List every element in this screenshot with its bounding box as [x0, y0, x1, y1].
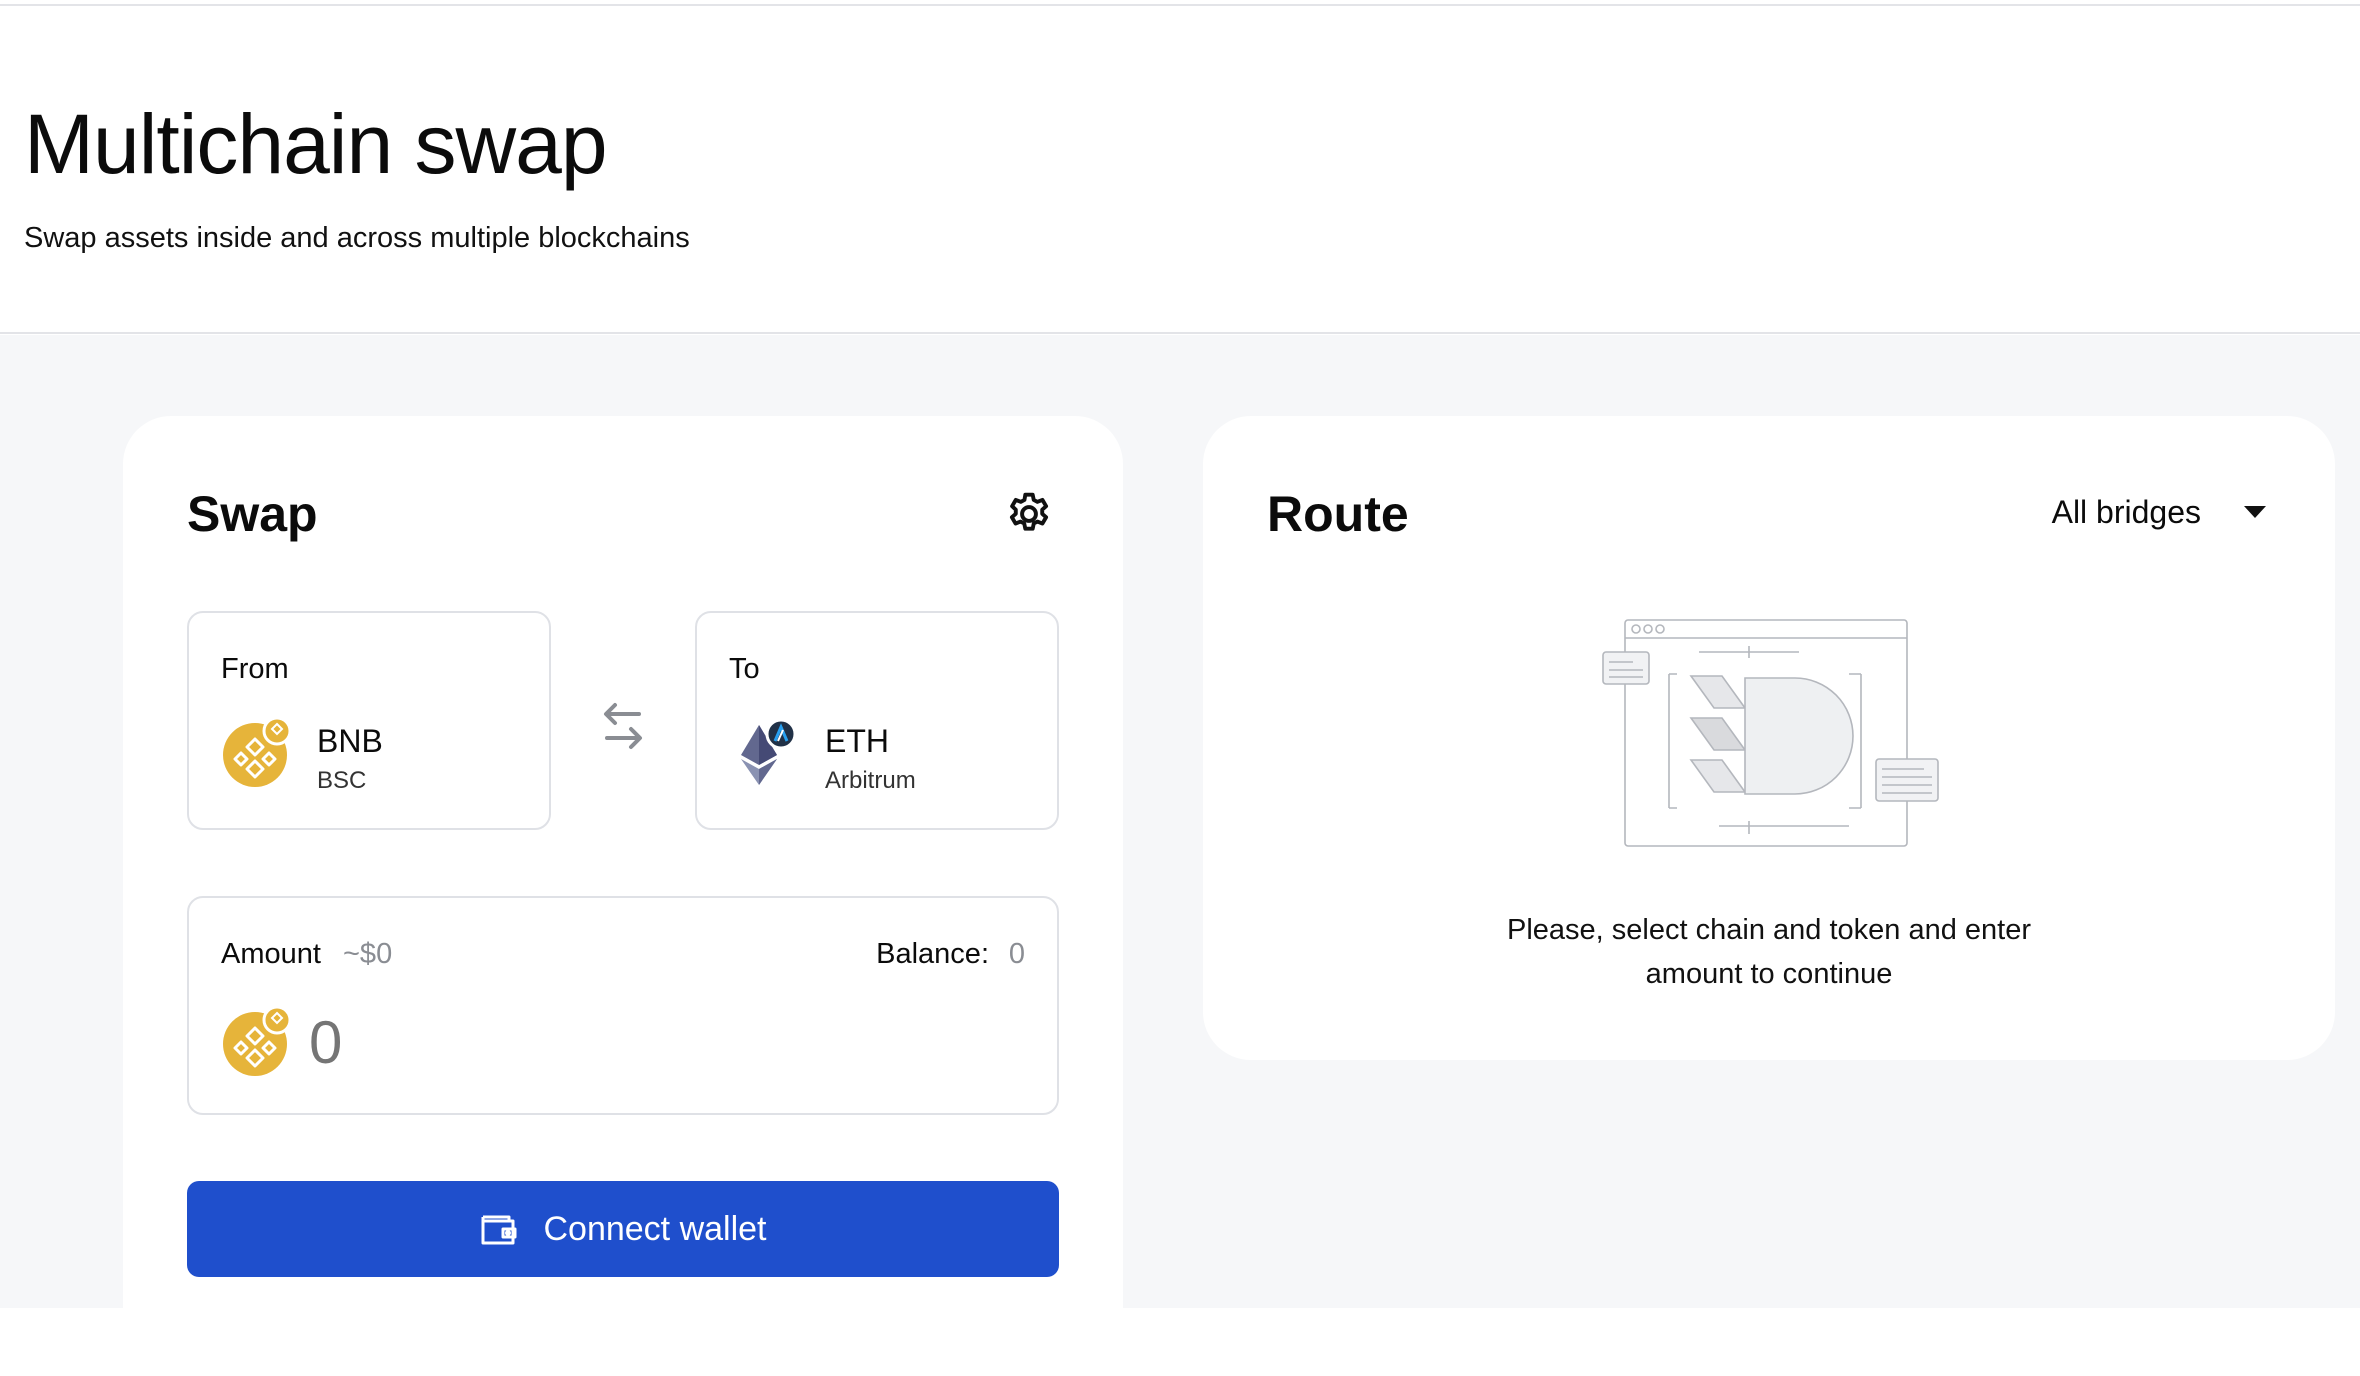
bridges-dropdown[interactable]: All bridges	[2052, 492, 2267, 532]
from-token-symbol: BNB	[317, 723, 383, 759]
from-label: From	[221, 653, 289, 685]
gear-icon	[1009, 492, 1049, 531]
eth-arbitrum-token-icon	[741, 718, 797, 785]
to-token-selector[interactable]: To ETH Arbitrum	[695, 611, 1059, 830]
amount-panel: Amount ~$0 Balance: 0	[187, 896, 1059, 1115]
bnb-token-icon	[223, 1006, 292, 1076]
connect-wallet-label: Connect wallet	[543, 1210, 767, 1248]
swap-arrows-icon	[604, 703, 642, 749]
balance-value: 0	[1008, 938, 1025, 970]
page-header: Multichain swap Swap assets inside and a…	[0, 6, 2360, 334]
to-label: To	[729, 653, 760, 685]
route-message-line1: Please, select chain and token and enter	[1507, 914, 2031, 946]
page-title: Multichain swap	[24, 97, 608, 191]
swap-card: Swap From BNB BSC To ETH Arbitrum Amount…	[123, 416, 1123, 1376]
main-area: Swap From BNB BSC To ETH Arbitrum Amount…	[0, 335, 2360, 1376]
route-card: Route All bridges Please, select chain a…	[1203, 416, 2335, 1060]
to-token-chain: Arbitrum	[825, 767, 916, 794]
bnb-token-icon	[223, 717, 292, 787]
route-title: Route	[1267, 486, 1409, 542]
balance-label: Balance:	[876, 938, 989, 970]
from-token-selector[interactable]: From BNB BSC	[187, 611, 551, 830]
amount-usd-value: ~$0	[343, 938, 393, 970]
page-subtitle: Swap assets inside and across multiple b…	[24, 222, 690, 254]
amount-input[interactable]	[309, 1002, 1009, 1082]
caret-down-icon	[2244, 506, 2266, 518]
empty-route-illustration	[1602, 619, 1939, 847]
to-token-symbol: ETH	[825, 723, 889, 759]
route-empty-message: Please, select chain and token and enter…	[1203, 908, 2335, 996]
route-message-line2: amount to continue	[1645, 958, 1893, 990]
connect-wallet-button[interactable]: Connect wallet	[187, 1181, 1059, 1277]
amount-label: Amount	[221, 938, 321, 970]
switch-direction-button[interactable]	[595, 698, 651, 754]
swap-title: Swap	[187, 486, 318, 542]
bridges-dropdown-label: All bridges	[2051, 494, 2201, 530]
from-token-chain: BSC	[317, 767, 367, 794]
settings-button[interactable]	[1001, 486, 1057, 542]
wallet-icon	[481, 1215, 517, 1245]
